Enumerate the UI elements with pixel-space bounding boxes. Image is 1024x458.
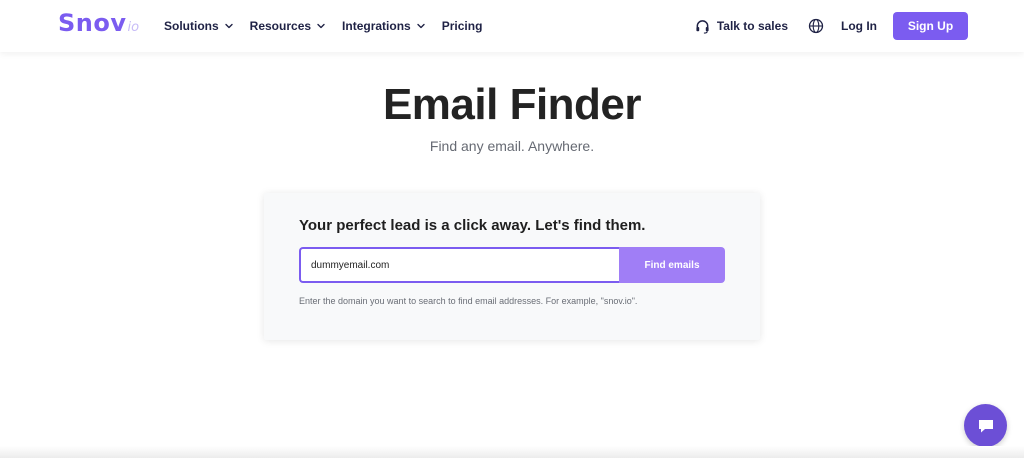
chevron-down-icon [224,23,233,29]
logo-wordmark: Snov [58,9,127,37]
nav-pricing-label: Pricing [441,19,483,33]
page-title: Email Finder [382,80,642,129]
page-subtitle: Find any email. Anywhere. [429,138,595,154]
headset-icon [696,19,709,34]
login-link[interactable]: Log In [841,19,877,33]
domain-input[interactable] [299,247,619,283]
domain-search-form: Find emails [299,247,725,283]
header-actions: Talk to sales Log In Sign Up [695,0,968,52]
card-heading: Your perfect lead is a click away. Let's… [299,217,646,234]
globe-icon[interactable] [808,18,824,34]
talk-to-sales-link[interactable]: Talk to sales [695,19,788,34]
bottom-edge [0,446,1024,458]
chevron-down-icon [317,23,325,29]
nav-pricing[interactable]: Pricing [442,19,483,33]
nav-resources[interactable]: Resources [250,19,326,33]
nav-solutions[interactable]: Solutions [164,19,234,33]
top-navbar: Snov io Solutions Resources Integrations… [0,0,1024,52]
find-emails-button[interactable]: Find emails [619,247,725,283]
nav-solutions-label: Solutions [164,19,219,33]
signup-button[interactable]: Sign Up [893,12,968,40]
chevron-down-icon [417,23,425,29]
page: Snov io Solutions Resources Integrations… [0,0,1024,458]
email-finder-card: Your perfect lead is a click away. Let's… [264,193,760,340]
main-nav: Solutions Resources Integrations Pricing [164,0,498,52]
nav-resources-label: Resources [249,19,312,33]
chat-bubble-icon [978,419,993,432]
talk-to-sales-label: Talk to sales [716,19,788,33]
nav-integrations[interactable]: Integrations [342,19,426,33]
search-hint: Enter the domain you want to search to f… [299,296,638,306]
nav-integrations-label: Integrations [342,19,411,33]
snov-logo[interactable]: Snov io [58,9,139,43]
logo-suffix: io [127,20,140,35]
chat-widget-button[interactable] [964,404,1007,447]
